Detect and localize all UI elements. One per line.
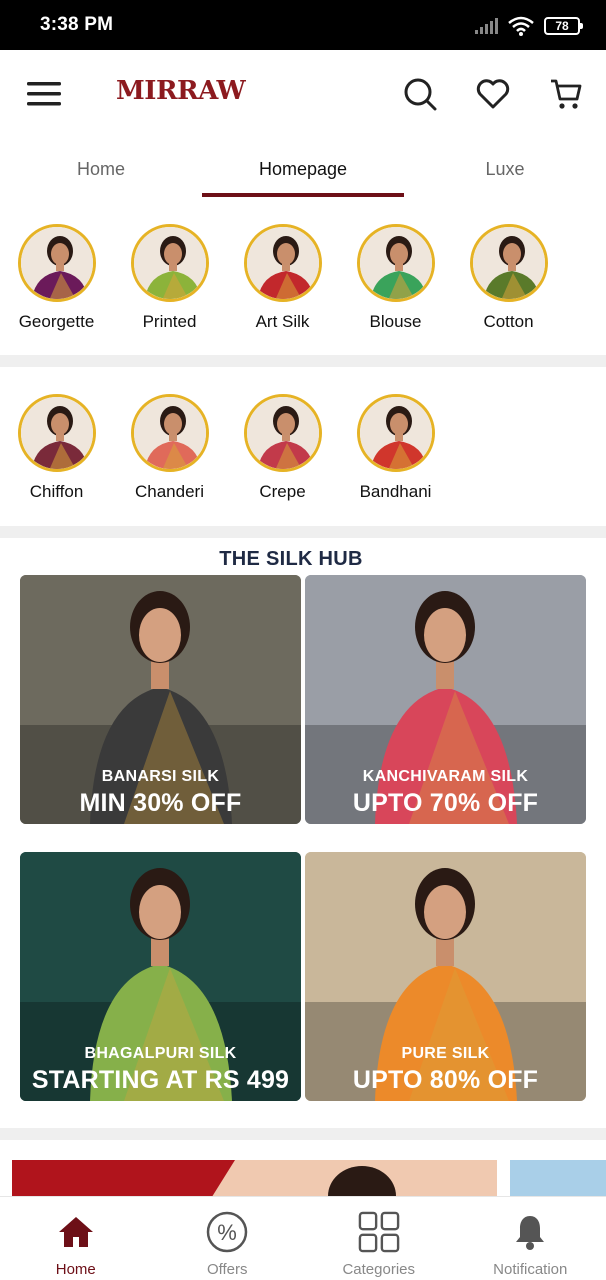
bottom-nav: Home % Offers Categories Notification (0, 1196, 606, 1280)
category-image (356, 394, 435, 472)
card-subtitle: BANARSI SILK (101, 768, 220, 785)
model-image (20, 575, 301, 824)
model-image (305, 575, 586, 824)
category-image (243, 224, 322, 302)
tab-homepage[interactable]: Homepage (202, 138, 404, 200)
section-divider (0, 355, 606, 367)
category-image (130, 394, 209, 472)
top-tabs: Home Homepage Luxe (0, 138, 606, 200)
wishlist-button[interactable] (471, 72, 515, 116)
card-offer: STARTING AT RS 499 (31, 1066, 290, 1094)
tab-home[interactable]: Home (0, 138, 202, 200)
category-item-cotton[interactable]: Cotton (452, 224, 565, 332)
silk-hub-title: THE SILK HUB (219, 548, 363, 570)
card-offer: MIN 30% OFF (79, 789, 242, 817)
section-divider (0, 1128, 606, 1140)
category-label: Chiffon (29, 482, 84, 501)
home-icon (55, 1211, 97, 1253)
status-bar: 3:38 PM 78 (0, 0, 606, 50)
category-item-chanderi[interactable]: Chanderi (113, 394, 226, 502)
nav-categories-label: Categories (342, 1261, 416, 1278)
nav-home-label: Home (55, 1261, 96, 1278)
model-image (20, 852, 301, 1101)
heart-icon (476, 79, 510, 109)
wifi-icon (508, 16, 534, 36)
silk-card-pure-silk[interactable]: PURE SILK UPTO 80% OFF (305, 852, 586, 1101)
category-label: Art Silk (255, 312, 310, 331)
bell-icon (509, 1211, 551, 1253)
silk-card-banarsi-silk[interactable]: BANARSI SILK MIN 30% OFF (20, 575, 301, 824)
category-label: Printed (142, 312, 197, 331)
svg-text:%: % (217, 1220, 237, 1245)
category-label: Georgette (18, 312, 95, 331)
category-label: Crepe (259, 482, 306, 501)
silk-card-bhagalpuri-silk[interactable]: BHAGALPURI SILK STARTING AT RS 499 (20, 852, 301, 1101)
category-item-chiffon[interactable]: Chiffon (0, 394, 113, 502)
category-item-printed[interactable]: Printed (113, 224, 226, 332)
nav-offers-label: Offers (206, 1261, 248, 1278)
promo-banner-image (12, 1160, 606, 1196)
category-image (130, 224, 209, 302)
category-image (469, 224, 548, 302)
search-button[interactable] (398, 72, 442, 116)
category-row-2: Chiffon Chanderi Crepe Bandhani (0, 394, 606, 502)
category-item-crepe[interactable]: Crepe (226, 394, 339, 502)
battery-icon: 78 (544, 17, 583, 35)
promo-banner-strip[interactable] (0, 1140, 606, 1196)
status-icons: 78 (474, 14, 583, 38)
status-time: 3:38 PM (40, 14, 114, 35)
offers-icon: % (206, 1211, 248, 1253)
battery-level: 78 (555, 19, 569, 33)
card-subtitle: KANCHIVARAM SILK (362, 768, 529, 785)
nav-notification[interactable]: Notification (455, 1197, 606, 1280)
silk-card-kanchivaram-silk[interactable]: KANCHIVARAM SILK UPTO 70% OFF (305, 575, 586, 824)
category-label: Chanderi (135, 482, 204, 501)
model-image (305, 852, 586, 1101)
categories-icon (358, 1211, 400, 1253)
category-image (356, 224, 435, 302)
cart-button[interactable] (544, 72, 588, 116)
category-item-blouse[interactable]: Blouse (339, 224, 452, 332)
logo-text: MIRRAW (116, 76, 246, 106)
search-icon (404, 78, 437, 111)
brand-logo[interactable]: MIRRAW (116, 66, 246, 116)
silk-hub-section: THE SILK HUB BANARSI SILK MIN 30% OFF KANC… (0, 538, 606, 1128)
category-image (17, 224, 96, 302)
category-label: Cotton (483, 312, 534, 331)
category-label: Bandhani (359, 482, 432, 501)
card-subtitle: BHAGALPURI SILK (84, 1045, 237, 1062)
menu-icon (27, 82, 61, 106)
category-item-georgette[interactable]: Georgette (0, 224, 113, 332)
menu-button[interactable] (24, 74, 64, 114)
card-offer: UPTO 80% OFF (352, 1066, 539, 1094)
category-item-art-silk[interactable]: Art Silk (226, 224, 339, 332)
card-offer: UPTO 70% OFF (352, 789, 539, 817)
category-label: Blouse (369, 312, 422, 331)
tab-luxe[interactable]: Luxe (404, 138, 606, 200)
nav-categories[interactable]: Categories (303, 1197, 455, 1280)
nav-offers[interactable]: % Offers (152, 1197, 304, 1280)
nav-home[interactable]: Home (0, 1197, 152, 1280)
category-image (17, 394, 96, 472)
cart-icon (551, 79, 582, 109)
card-subtitle: PURE SILK (401, 1045, 490, 1062)
section-divider (0, 526, 606, 538)
nav-notification-label: Notification (493, 1261, 568, 1278)
app-header: MIRRAW (0, 50, 606, 138)
category-item-bandhani[interactable]: Bandhani (339, 394, 452, 502)
category-row-1: Georgette Printed Art Silk Blouse Cotton (0, 224, 606, 332)
signal-icon (475, 18, 498, 34)
category-image (243, 394, 322, 472)
